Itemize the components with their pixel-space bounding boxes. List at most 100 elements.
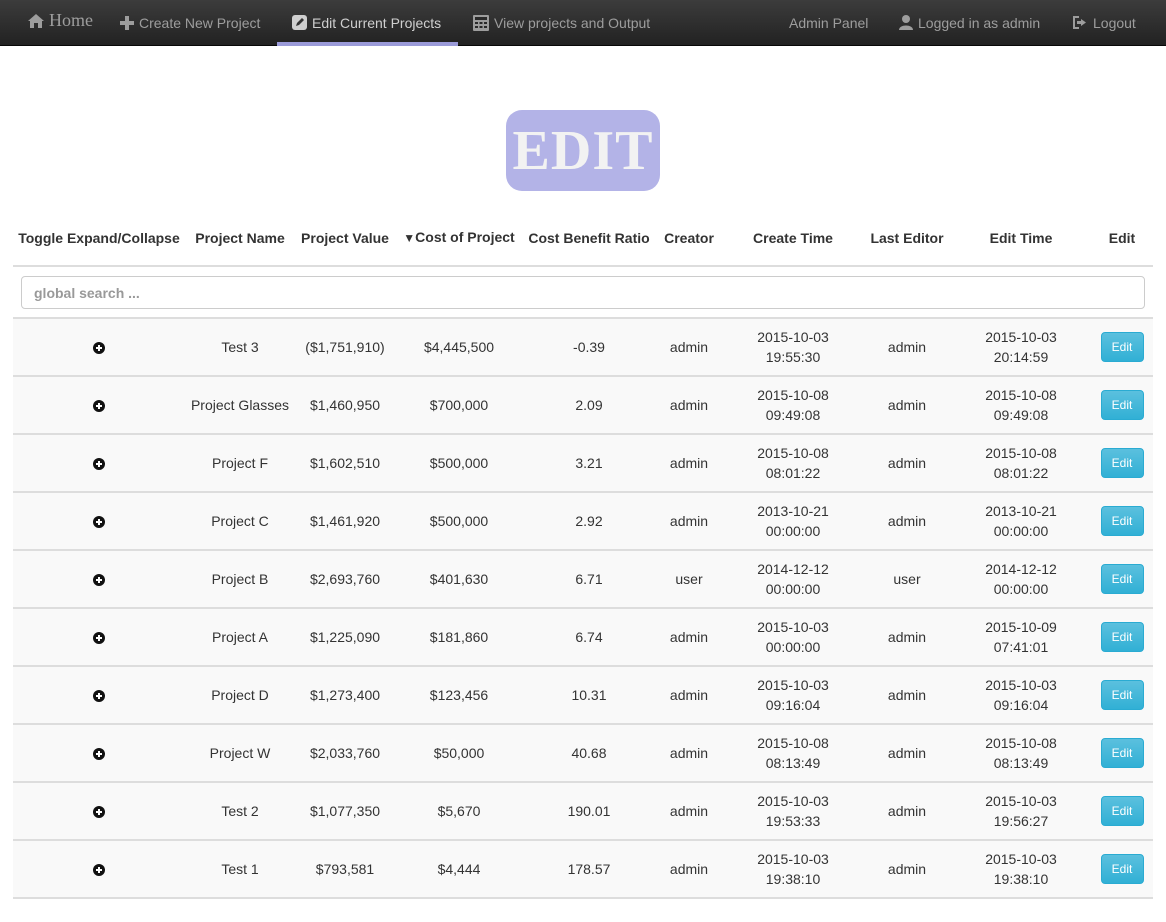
- plus-circle-icon[interactable]: [93, 458, 105, 471]
- col-ratio-header[interactable]: Cost Benefit Ratio: [523, 210, 655, 267]
- cell-project-cost: $4,444: [395, 840, 523, 899]
- table-row: Project Glasses $1,460,950 $700,000 2.09 adm…: [13, 376, 1153, 435]
- edit-clock: 07:41:01: [993, 639, 1049, 655]
- toggle-cell[interactable]: [13, 376, 185, 435]
- cell-project-cost: $4,445,500: [395, 318, 523, 377]
- table-row: Project D $1,273,400 $123,456 10.31 admin 201…: [13, 666, 1153, 725]
- nav-view-projects[interactable]: View projects and Output: [473, 0, 650, 45]
- cell-edit: Edit: [1091, 840, 1153, 899]
- search-row: global search ...: [13, 266, 1153, 319]
- toggle-cell[interactable]: [13, 724, 185, 783]
- create-clock: 00:00:00: [765, 523, 821, 539]
- toggle-cell[interactable]: [13, 840, 185, 899]
- edit-logo: EDIT: [506, 110, 660, 191]
- nav-logged-in[interactable]: Logged in as admin: [899, 0, 1040, 45]
- cell-create-time: 2015-10-03 19:53:33: [723, 782, 863, 841]
- nav-edit-projects[interactable]: Edit Current Projects: [292, 0, 441, 45]
- edit-button[interactable]: Edit: [1100, 680, 1144, 710]
- col-value-header[interactable]: Project Value: [295, 210, 395, 267]
- edit-button[interactable]: Edit: [1100, 738, 1144, 768]
- edit-button[interactable]: Edit: [1100, 564, 1144, 594]
- cell-create-time: 2015-10-03 00:00:00: [723, 608, 863, 667]
- cell-cost-benefit-ratio: -0.39: [523, 318, 655, 377]
- cell-create-time: 2015-10-03 19:38:10: [723, 840, 863, 899]
- cell-project-name: Test 1: [185, 840, 295, 899]
- logout-icon: [1073, 16, 1086, 29]
- cell-edit: Edit: [1091, 550, 1153, 609]
- plus-circle-icon[interactable]: [93, 400, 105, 413]
- col-creator-header[interactable]: Creator: [655, 210, 723, 267]
- cell-edit-time: 2015-10-03 19:56:27: [951, 782, 1091, 841]
- table-row: Project A $1,225,090 $181,860 6.74 admin 2015…: [13, 608, 1153, 667]
- col-toggle-header[interactable]: Toggle Expand/Collapse: [13, 210, 185, 267]
- col-name-header[interactable]: Project Name: [185, 210, 295, 267]
- cell-cost-benefit-ratio: 10.31: [523, 666, 655, 725]
- toggle-cell[interactable]: [13, 492, 185, 551]
- cell-cost-benefit-ratio: 178.57: [523, 840, 655, 899]
- edit-button[interactable]: Edit: [1100, 796, 1144, 826]
- cell-cost-benefit-ratio: 2.09: [523, 376, 655, 435]
- edit-date: 2015-10-08: [985, 445, 1057, 461]
- create-clock: 00:00:00: [765, 639, 821, 655]
- col-cost-header[interactable]: ▼Cost of Project: [395, 210, 523, 267]
- top-navbar: Home Create New Project Edit Current Pro…: [0, 0, 1166, 46]
- create-clock: 09:49:08: [765, 407, 821, 423]
- edit-button[interactable]: Edit: [1100, 448, 1144, 478]
- nav-admin-panel[interactable]: Admin Panel: [789, 0, 868, 45]
- toggle-cell[interactable]: [13, 434, 185, 493]
- toggle-cell[interactable]: [13, 608, 185, 667]
- col-ratio-label: Cost Benefit Ratio: [528, 229, 650, 246]
- cell-project-cost: $401,630: [395, 550, 523, 609]
- plus-circle-icon[interactable]: [93, 632, 105, 645]
- plus-circle-icon[interactable]: [93, 342, 105, 355]
- edit-date: 2015-10-08: [985, 735, 1057, 751]
- toggle-cell[interactable]: [13, 550, 185, 609]
- cell-last-editor: admin: [863, 492, 951, 551]
- plus-circle-icon[interactable]: [93, 574, 105, 587]
- create-clock: 08:13:49: [765, 755, 821, 771]
- edit-button[interactable]: Edit: [1100, 622, 1144, 652]
- plus-circle-icon[interactable]: [93, 864, 105, 877]
- global-search-input[interactable]: global search ...: [21, 276, 1145, 309]
- table-body: Test 3 ($1,751,910) $4,445,500 -0.39 admin 20…: [13, 318, 1153, 899]
- cell-edit: Edit: [1091, 318, 1153, 377]
- plus-circle-icon[interactable]: [93, 806, 105, 819]
- toggle-cell[interactable]: [13, 666, 185, 725]
- create-clock: 19:55:30: [765, 349, 821, 365]
- toggle-cell[interactable]: [13, 782, 185, 841]
- edit-button[interactable]: Edit: [1100, 506, 1144, 536]
- col-last-editor-label: Last Editor: [870, 229, 944, 246]
- edit-button[interactable]: Edit: [1100, 390, 1144, 420]
- plus-circle-icon[interactable]: [93, 690, 105, 703]
- create-date: 2015-10-08: [757, 387, 829, 403]
- cell-project-value: $1,460,950: [295, 376, 395, 435]
- cell-creator: admin: [655, 376, 723, 435]
- table-row: Project B $2,693,760 $401,630 6.71 user 2014-…: [13, 550, 1153, 609]
- col-edit-time-header[interactable]: Edit Time: [951, 210, 1091, 267]
- cell-creator: admin: [655, 318, 723, 377]
- cell-last-editor: admin: [863, 376, 951, 435]
- cell-project-name: Project D: [185, 666, 295, 725]
- edit-button[interactable]: Edit: [1100, 854, 1144, 884]
- col-edit-label: Edit: [1108, 229, 1136, 246]
- plus-circle-icon[interactable]: [93, 748, 105, 761]
- search-cell: global search ...: [13, 266, 1153, 319]
- cell-project-cost: $5,670: [395, 782, 523, 841]
- plus-circle-icon[interactable]: [93, 516, 105, 529]
- col-last-editor-header[interactable]: Last Editor: [863, 210, 951, 267]
- edit-clock: 00:00:00: [993, 581, 1049, 597]
- nav-create-project[interactable]: Create New Project: [120, 0, 260, 45]
- cell-project-cost: $700,000: [395, 376, 523, 435]
- toggle-cell[interactable]: [13, 318, 185, 377]
- create-date: 2015-10-03: [757, 677, 829, 693]
- nav-logout[interactable]: Logout: [1072, 0, 1136, 45]
- edit-button[interactable]: Edit: [1100, 332, 1144, 362]
- cell-last-editor: admin: [863, 608, 951, 667]
- cell-creator: admin: [655, 782, 723, 841]
- cell-project-name: Project C: [185, 492, 295, 551]
- nav-home[interactable]: Home: [28, 0, 93, 43]
- cell-edit-time: 2015-10-03 20:14:59: [951, 318, 1091, 377]
- col-create-time-header[interactable]: Create Time: [723, 210, 863, 267]
- cell-creator: user: [655, 550, 723, 609]
- cell-project-value: $2,033,760: [295, 724, 395, 783]
